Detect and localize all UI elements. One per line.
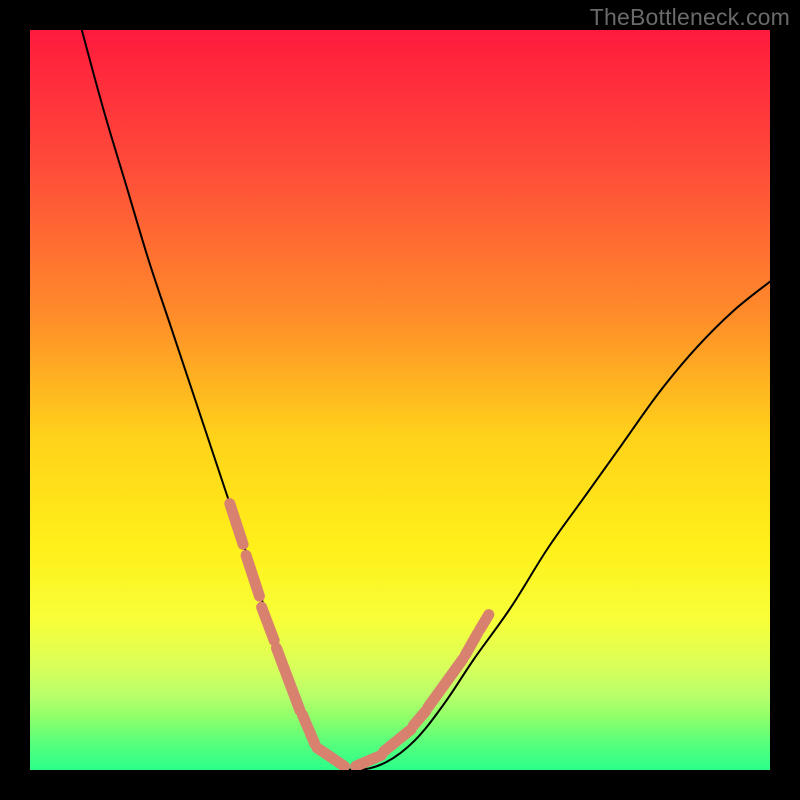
gradient-background: [30, 30, 770, 770]
chart-frame: [30, 30, 770, 770]
highlight-right-segment: [480, 615, 489, 630]
watermark-text: TheBottleneck.com: [590, 4, 790, 31]
bottleneck-chart: [30, 30, 770, 770]
